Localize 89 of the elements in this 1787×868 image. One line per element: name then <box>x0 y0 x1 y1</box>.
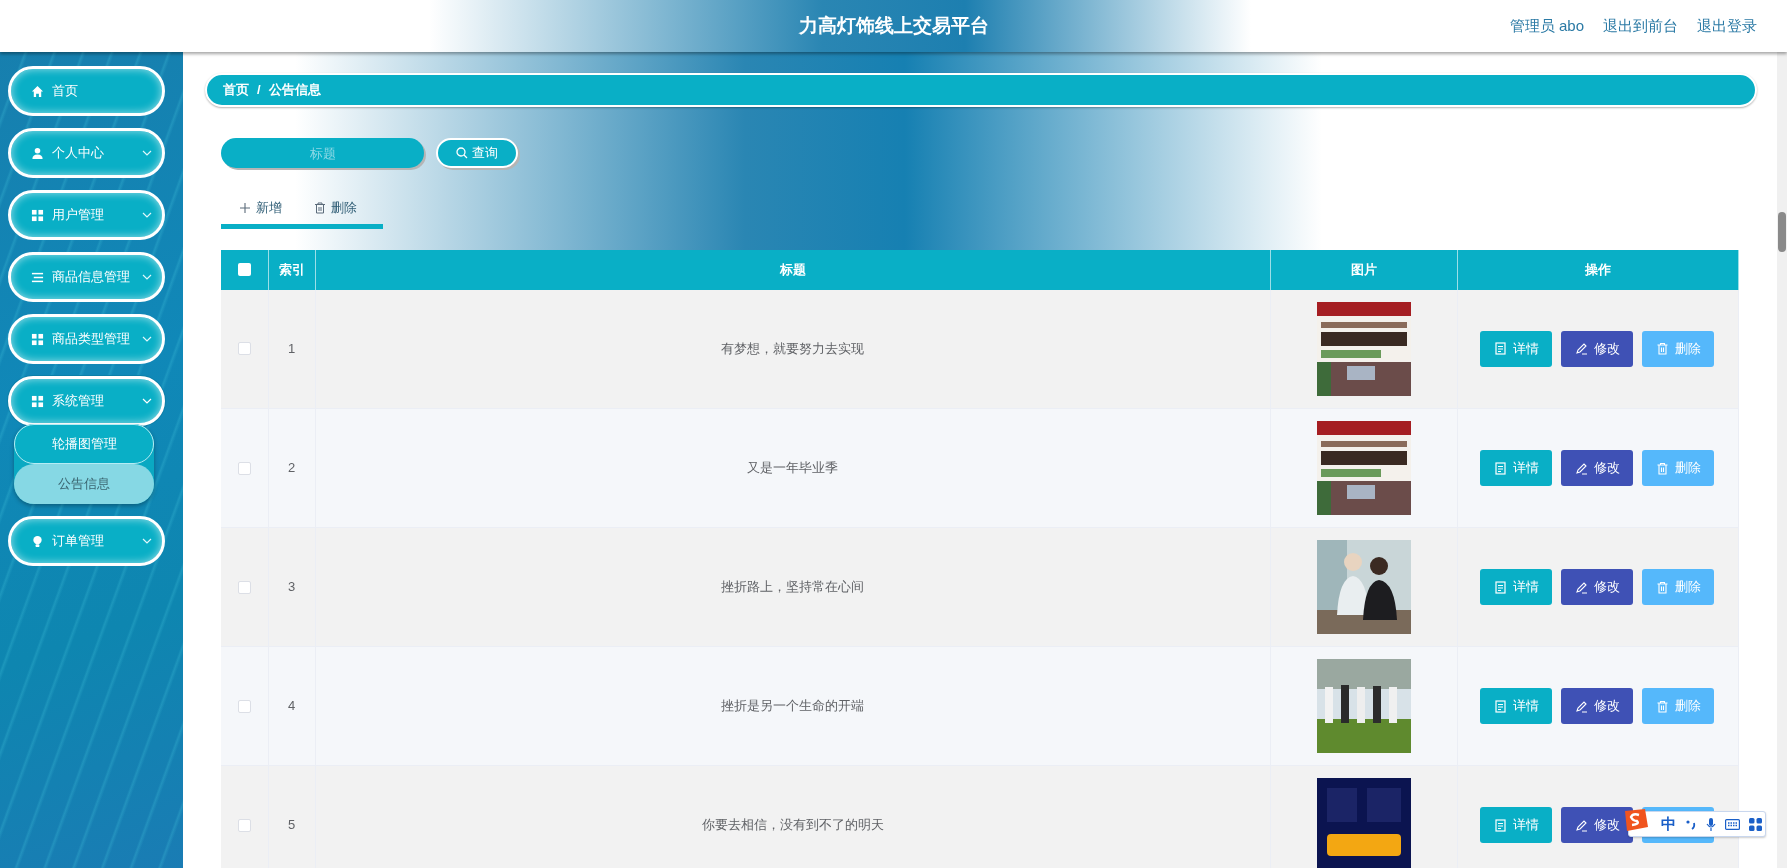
pencil-icon <box>1574 818 1588 832</box>
column-header: 索引 <box>278 261 305 277</box>
grid-icon <box>1749 817 1762 831</box>
search-button[interactable]: 查询 <box>436 138 518 168</box>
header-link[interactable]: 管理员 abo <box>1509 14 1584 38</box>
trash-icon <box>1655 342 1669 356</box>
table-cell: 挫折是另一个生命的开端 <box>721 698 865 714</box>
toolbar-button[interactable]: 新增 <box>239 198 282 218</box>
chevron-icon <box>142 274 152 280</box>
edit-button[interactable]: 修改 <box>1561 450 1633 486</box>
edit-button[interactable]: 修改 <box>1561 807 1633 843</box>
nav-item[interactable]: 商品信息管理 <box>8 252 165 302</box>
chevron-icon <box>142 150 152 156</box>
row-checkbox[interactable] <box>237 818 251 832</box>
row-checkbox[interactable] <box>237 699 251 713</box>
nav-item[interactable]: 个人中心 <box>8 128 165 178</box>
list-icon <box>31 270 44 284</box>
header-link[interactable]: 退出登录 <box>1697 14 1757 38</box>
nav-item[interactable]: 订单管理 <box>8 516 165 566</box>
submenu-item[interactable]: 轮播图管理 <box>14 424 154 464</box>
document-icon <box>1493 580 1507 594</box>
scrollbar[interactable] <box>1777 52 1787 868</box>
column-header: 操作 <box>1585 261 1611 277</box>
breadcrumb-separator: / <box>257 81 261 100</box>
column-header: 图片 <box>1351 261 1377 277</box>
search-icon <box>456 147 468 159</box>
pencil-icon <box>1574 699 1588 713</box>
edit-button[interactable]: 修改 <box>1561 688 1633 724</box>
trash-icon <box>1655 461 1669 475</box>
row-checkbox[interactable] <box>237 580 251 594</box>
home-icon <box>31 84 44 98</box>
detail-button[interactable]: 详情 <box>1480 330 1552 367</box>
pencil-icon <box>1574 580 1588 594</box>
edit-button[interactable]: 修改 <box>1561 569 1633 605</box>
column-header: 标题 <box>779 261 806 277</box>
document-icon <box>1493 818 1507 832</box>
edit-button[interactable]: 修改 <box>1561 330 1633 367</box>
input-mode-label[interactable]: 中 <box>1661 812 1676 836</box>
select-all-checkbox[interactable] <box>237 263 251 276</box>
detail-button[interactable]: 详情 <box>1480 450 1552 486</box>
table-cell: 2 <box>287 460 296 476</box>
user-icon <box>31 146 44 160</box>
microphone-icon <box>1706 816 1716 832</box>
table-cell: 挫折路上，坚持常在心间 <box>721 579 865 595</box>
header-link[interactable]: 退出到前台 <box>1603 14 1678 38</box>
delete-button[interactable]: 删除 <box>1642 688 1714 724</box>
nav-item[interactable]: 用户管理 <box>8 190 165 240</box>
detail-button[interactable]: 详情 <box>1480 688 1552 724</box>
document-icon <box>1493 699 1507 713</box>
trash-icon <box>314 201 326 214</box>
chevron-icon <box>142 398 152 404</box>
detail-button[interactable]: 详情 <box>1480 569 1552 605</box>
table-cell: 4 <box>287 698 296 714</box>
delete-button[interactable]: 删除 <box>1642 569 1714 605</box>
toolbar-button[interactable]: 删除 <box>314 198 357 218</box>
breadcrumb-link[interactable]: 首页 <box>223 80 249 100</box>
document-icon <box>1493 342 1507 356</box>
nav-item[interactable]: 系统管理 <box>8 376 165 426</box>
pencil-icon <box>1574 461 1588 475</box>
grid-icon <box>31 394 44 408</box>
input-method-menu[interactable]: 中 <box>1628 811 1766 837</box>
chevron-icon <box>142 336 152 342</box>
bulb-icon <box>31 534 44 548</box>
detail-button[interactable]: 详情 <box>1480 807 1552 843</box>
table-cell: 有梦想，就要努力去实现 <box>721 341 865 356</box>
delete-button[interactable]: 删除 <box>1642 450 1714 486</box>
pencil-icon <box>1574 342 1588 356</box>
grid-icon <box>31 208 44 222</box>
document-icon <box>1493 461 1507 475</box>
table-cell: 3 <box>287 579 296 595</box>
plus-icon <box>239 201 251 214</box>
nav-item[interactable]: 商品类型管理 <box>8 314 165 364</box>
table-cell: 又是一年毕业季 <box>747 460 839 476</box>
keyboard-icon <box>1725 818 1740 830</box>
trash-icon <box>1655 699 1669 713</box>
submenu-item[interactable]: 公告信息 <box>14 464 154 504</box>
chevron-icon <box>142 538 152 544</box>
nav-item[interactable]: 首页 <box>8 66 165 116</box>
table-cell: 5 <box>287 817 296 833</box>
chevron-icon <box>142 212 152 218</box>
trash-icon <box>1655 580 1669 594</box>
table-cell: 你要去相信，没有到不了的明天 <box>701 817 884 833</box>
row-checkbox[interactable] <box>237 461 251 475</box>
app-title: 力高灯饰线上交易平台 <box>798 13 989 38</box>
delete-button[interactable]: 删除 <box>1642 330 1714 367</box>
row-checkbox[interactable] <box>237 342 251 356</box>
grid-icon <box>31 332 44 346</box>
search-field[interactable]: 标题 <box>221 138 424 168</box>
table-cell: 1 <box>287 341 296 356</box>
